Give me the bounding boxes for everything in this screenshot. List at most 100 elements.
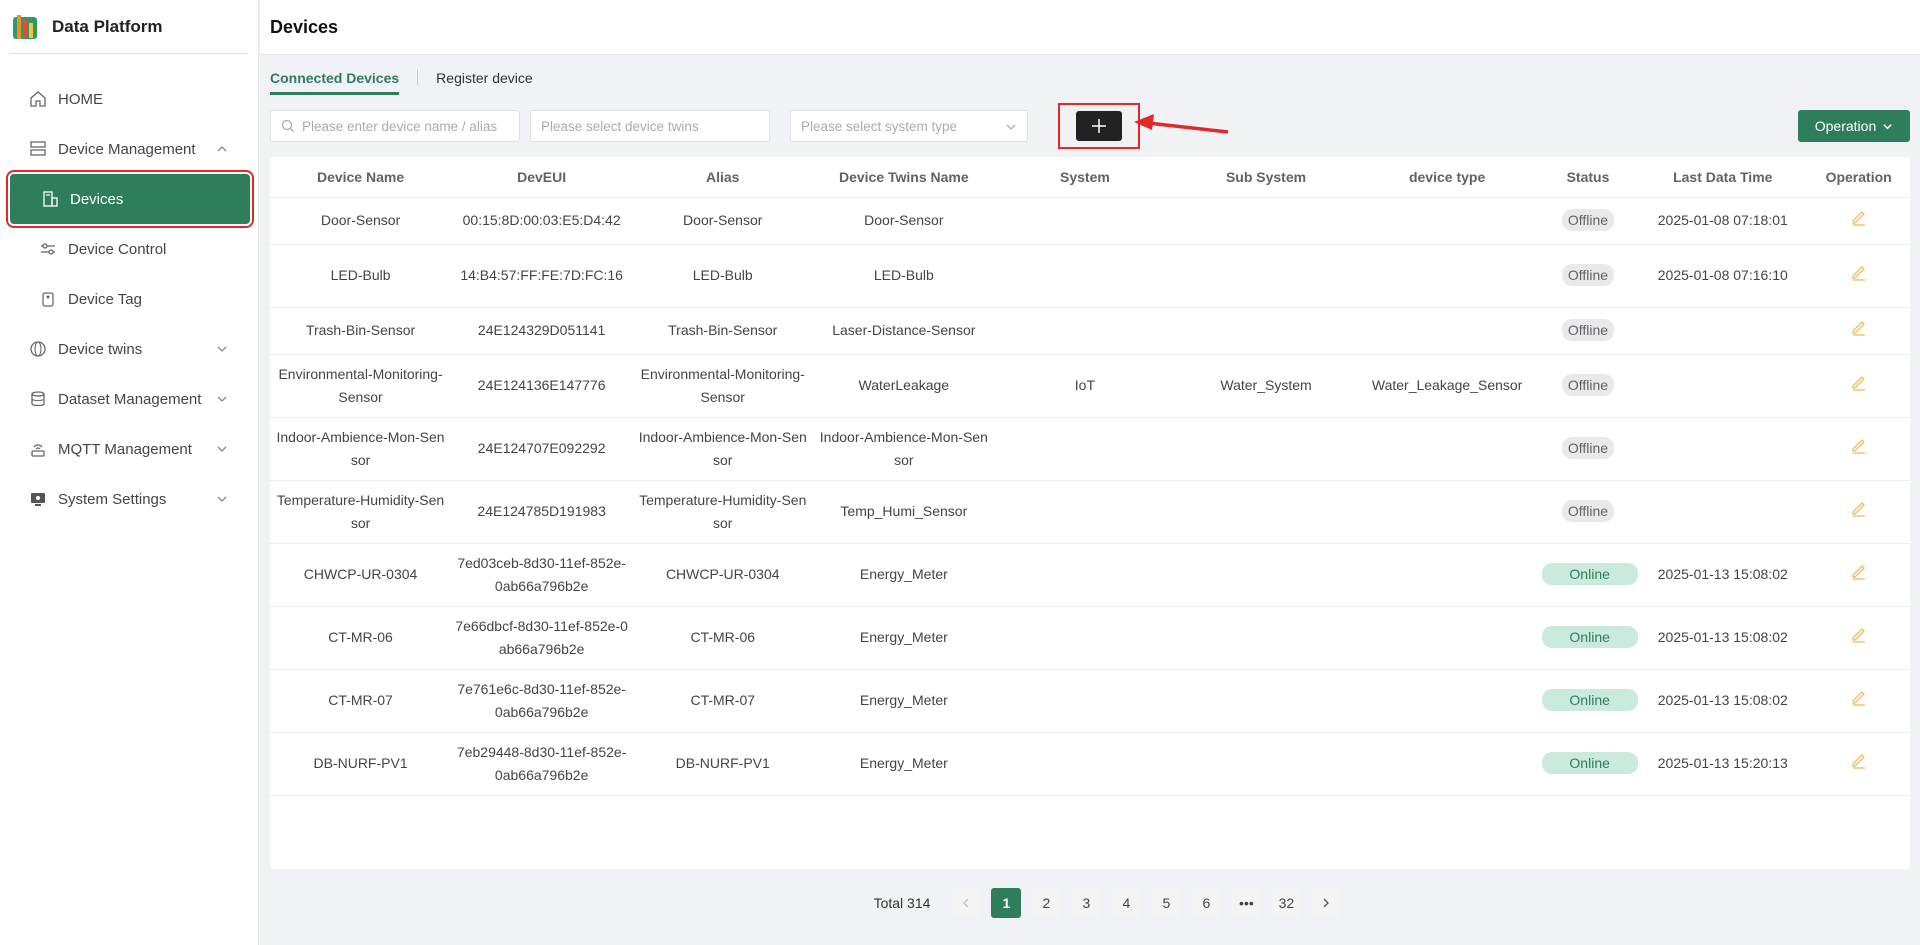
column-header: System [994,157,1176,198]
sliders-icon [38,239,58,259]
edit-icon[interactable] [1850,562,1868,580]
cell-last-data-time: 2025-01-13 15:20:13 [1638,732,1808,796]
cell-deveui: 7e66dbcf-8d30-11ef-852e-0ab66a796b2e [451,606,633,670]
pagination-total: Total 314 [873,895,931,911]
cell-system [994,669,1176,733]
table-row: Temperature-Humidity-Sensor 24E124785D191… [270,480,1910,544]
add-device-highlight [1058,103,1140,149]
edit-icon[interactable] [1850,208,1868,226]
cell-status: Offline [1537,354,1639,418]
edit-icon[interactable] [1850,625,1868,643]
status-badge: Online [1541,752,1638,774]
cell-operation [1807,480,1910,544]
sidebar-item-mqtt-management[interactable]: MQTT Management [0,424,258,474]
sidebar-item-device-control[interactable]: Device Control [0,224,258,274]
cell-last-data-time [1638,480,1808,544]
cell-status: Offline [1537,197,1639,245]
devices-table: Device Name DevEUI Alias Device Twins Na… [270,157,1910,796]
tab-divider [417,69,419,85]
status-badge: Offline [1561,319,1615,341]
brand: Data Platform [10,0,248,54]
tab-register-device[interactable]: Register device [436,70,533,95]
page-button[interactable]: 5 [1151,888,1182,918]
chevron-up-icon [217,146,227,152]
cell-operation [1807,417,1910,481]
cell-twins-name: Energy_Meter [813,543,995,607]
wireless-icon [28,439,48,459]
cell-deveui: 24E124785D191983 [451,480,633,544]
sidebar: Data Platform HOME Device Management Dev… [0,0,259,945]
edit-icon[interactable] [1850,318,1868,336]
page-button[interactable]: 3 [1071,888,1102,918]
operation-button[interactable]: Operation [1798,110,1910,142]
cell-device-type [1356,732,1538,796]
edit-icon[interactable] [1850,436,1868,454]
cell-operation [1807,244,1910,308]
cell-alias: Environmental-Monitoring-Sensor [632,354,814,418]
page-header: Devices [260,0,1920,55]
tab-bar: Connected Devices Register device [270,55,533,95]
sidebar-item-home[interactable]: HOME [0,74,258,124]
edit-icon[interactable] [1850,373,1868,391]
edit-icon[interactable] [1850,751,1868,769]
cell-operation [1807,732,1910,796]
sidebar-item-device-twins[interactable]: Device twins [0,324,258,374]
cell-alias: Temperature-Humidity-Sensor [632,480,814,544]
column-header: Device Twins Name [813,157,995,198]
cell-twins-name: Energy_Meter [813,669,995,733]
tab-connected-devices[interactable]: Connected Devices [270,70,400,95]
column-header: Alias [632,157,814,198]
table-row: CT-MR-07 7e761e6c-8d30-11ef-852e-0ab66a79… [270,669,1910,733]
status-badge: Online [1541,626,1638,648]
sidebar-item-device-management[interactable]: Device Management [0,124,258,174]
more-pages-button[interactable]: ••• [1231,888,1262,918]
table-row: LED-Bulb 14:B4:57:FF:FE:7D:FC:16 LED-Bulb L… [270,244,1910,308]
cell-device-name: Temperature-Humidity-Sensor [270,480,452,544]
cell-last-data-time [1638,417,1808,481]
device-twins-select[interactable]: Please select device twins [530,110,770,142]
cell-device-type [1356,606,1538,670]
cell-device-type [1356,244,1538,308]
system-type-select[interactable]: Please select system type [790,110,1028,142]
app-title: Data Platform [52,16,163,36]
page-button[interactable]: 2 [1031,888,1062,918]
cell-system [994,197,1176,245]
cell-device-name: Environmental-Monitoring-Sensor [270,354,452,418]
devices-icon [40,189,60,209]
cell-operation [1807,606,1910,670]
cell-sub-system [1175,543,1357,607]
sidebar-item-device-tag[interactable]: Device Tag [0,274,258,324]
next-page-button[interactable] [1311,888,1342,918]
cell-status: Online [1537,606,1639,670]
cell-device-type [1356,197,1538,245]
chevron-right-icon [1323,898,1330,908]
edit-icon[interactable] [1850,499,1868,517]
sidebar-item-label: Dataset Management [58,390,202,408]
sidebar-item-label: Device Control [68,240,167,258]
page-button[interactable]: 6 [1191,888,1222,918]
chevron-left-icon [963,898,969,908]
page-button[interactable]: 32 [1271,888,1302,918]
cell-last-data-time: 2025-01-08 07:16:10 [1638,244,1808,308]
cell-device-type: Water_Leakage_Sensor [1356,354,1538,418]
page-button[interactable]: 4 [1111,888,1142,918]
page-title: Devices [270,16,339,37]
page-button[interactable]: 1 [991,888,1022,918]
table-body: Door-Sensor 00:15:8D:00:03:E5:D4:42 Door-S… [270,197,1910,796]
prev-page-button[interactable] [951,888,982,918]
globe-icon [28,339,48,359]
cell-deveui: 7ed03ceb-8d30-11ef-852e-0ab66a796b2e [451,543,633,607]
sidebar-item-label: Device Tag [68,290,142,308]
chevron-down-icon [1006,124,1016,130]
table-row: Indoor-Ambience-Mon-Sensor 24E124707E0922… [270,417,1910,481]
database-icon [28,389,48,409]
cell-device-name: CHWCP-UR-0304 [270,543,452,607]
edit-icon[interactable] [1850,688,1868,706]
sidebar-item-devices[interactable]: Devices [6,170,254,228]
add-device-button[interactable] [1076,111,1122,141]
sidebar-item-dataset-management[interactable]: Dataset Management [0,374,258,424]
filter-bar: Please enter device name / alias Please … [270,103,1910,149]
search-input[interactable]: Please enter device name / alias [270,110,520,142]
edit-icon[interactable] [1850,263,1868,281]
sidebar-item-system-settings[interactable]: System Settings [0,474,258,524]
